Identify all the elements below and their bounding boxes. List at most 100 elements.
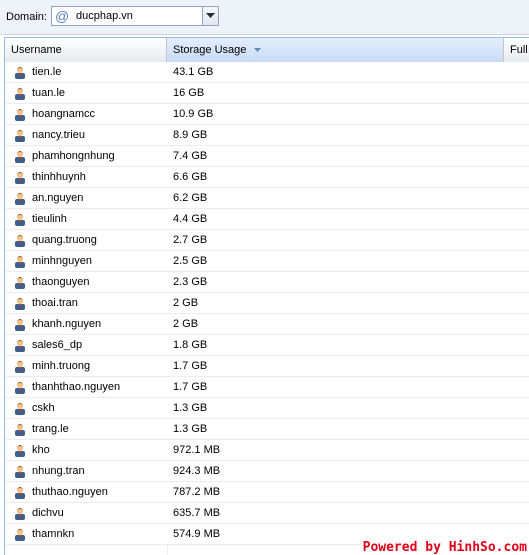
grid-header: Username Storage Usage Full bbox=[5, 38, 529, 63]
table-row[interactable]: sales6_dp 1.8 GB bbox=[5, 335, 529, 356]
table-row[interactable]: phamhongnhung 7.4 GB bbox=[5, 146, 529, 167]
storage-usage-cell: 574.9 MB bbox=[173, 528, 221, 540]
username-cell: kho bbox=[32, 444, 50, 456]
table-row[interactable]: minhnguyen 2.5 GB bbox=[5, 251, 529, 272]
storage-usage-cell: 635.7 MB bbox=[173, 507, 221, 519]
column-header-storage-usage-label: Storage Usage bbox=[173, 44, 247, 56]
username-cell: sales6_dp bbox=[32, 339, 83, 351]
user-icon bbox=[15, 276, 25, 289]
storage-usage-cell: 6.6 GB bbox=[173, 171, 208, 183]
username-cell: cskh bbox=[32, 402, 55, 414]
column-header-username-label: Username bbox=[11, 44, 62, 56]
storage-usage-cell: 1.3 GB bbox=[173, 423, 208, 435]
table-row[interactable]: kho 972.1 MB bbox=[5, 440, 529, 461]
grid-body: tien.le 43.1 GB tuan.le 16 GB hoangnamcc 10.9… bbox=[5, 62, 529, 545]
username-cell: hoangnamcc bbox=[32, 108, 95, 120]
storage-usage-cell: 787.2 MB bbox=[173, 486, 221, 498]
storage-usage-cell: 972.1 MB bbox=[173, 444, 221, 456]
table-row[interactable]: khanh.nguyen 2 GB bbox=[5, 314, 529, 335]
domain-value: ducphap.vn bbox=[76, 10, 133, 22]
username-cell: trang.le bbox=[32, 423, 69, 435]
storage-usage-cell: 924.3 MB bbox=[173, 465, 221, 477]
table-row[interactable]: nancy.trieu 8.9 GB bbox=[5, 125, 529, 146]
username-cell: khanh.nguyen bbox=[32, 318, 102, 330]
username-cell: thanhthao.nguyen bbox=[32, 381, 121, 393]
table-row[interactable]: an.nguyen 6.2 GB bbox=[5, 188, 529, 209]
user-icon bbox=[15, 507, 25, 520]
user-icon bbox=[15, 381, 25, 394]
watermark: Powered by HinhSo.com bbox=[360, 540, 529, 555]
table-row[interactable]: nhung.tran 924.3 MB bbox=[5, 461, 529, 482]
username-cell: tuan.le bbox=[32, 87, 66, 99]
table-row[interactable]: thuthao.nguyen 787.2 MB bbox=[5, 482, 529, 503]
username-cell: minhnguyen bbox=[32, 255, 92, 267]
domain-select[interactable]: @ ducphap.vn bbox=[51, 6, 219, 26]
user-icon bbox=[15, 150, 25, 163]
table-row[interactable]: quang.truong 2.7 GB bbox=[5, 230, 529, 251]
at-sign-icon: @ bbox=[55, 8, 70, 24]
user-icon bbox=[15, 108, 25, 121]
username-cell: an.nguyen bbox=[32, 192, 84, 204]
user-icon bbox=[15, 465, 25, 478]
table-row[interactable]: hoangnamcc 10.9 GB bbox=[5, 104, 529, 125]
table-row[interactable]: thanhthao.nguyen 1.7 GB bbox=[5, 377, 529, 398]
table-row[interactable]: cskh 1.3 GB bbox=[5, 398, 529, 419]
column-header-full[interactable]: Full bbox=[504, 38, 529, 62]
domain-dropdown-button[interactable] bbox=[202, 7, 218, 25]
user-icon bbox=[15, 87, 25, 100]
user-icon bbox=[15, 318, 25, 331]
table-row[interactable]: trang.le 1.3 GB bbox=[5, 419, 529, 440]
username-cell: thaonguyen bbox=[32, 276, 90, 288]
user-icon bbox=[15, 339, 25, 352]
username-cell: dichvu bbox=[32, 507, 64, 519]
username-cell: minh.truong bbox=[32, 360, 91, 372]
storage-usage-cell: 10.9 GB bbox=[173, 108, 214, 120]
storage-usage-cell: 7.4 GB bbox=[173, 150, 208, 162]
username-cell: quang.truong bbox=[32, 234, 97, 246]
table-row[interactable]: tieulinh 4.4 GB bbox=[5, 209, 529, 230]
storage-usage-cell: 6.2 GB bbox=[173, 192, 208, 204]
username-cell: tien.le bbox=[32, 66, 62, 78]
table-row[interactable]: thoai.tran 2 GB bbox=[5, 293, 529, 314]
column-header-username[interactable]: Username bbox=[5, 38, 167, 62]
user-icon bbox=[15, 486, 25, 499]
user-icon bbox=[15, 234, 25, 247]
column-header-full-label: Full bbox=[510, 44, 528, 56]
username-cell: thoai.tran bbox=[32, 297, 78, 309]
table-row[interactable]: tien.le 43.1 GB bbox=[5, 62, 529, 83]
username-cell: thuthao.nguyen bbox=[32, 486, 108, 498]
table-row[interactable]: tuan.le 16 GB bbox=[5, 83, 529, 104]
username-cell: nhung.tran bbox=[32, 465, 85, 477]
username-cell: thinhhuynh bbox=[32, 171, 86, 183]
storage-usage-cell: 1.3 GB bbox=[173, 402, 208, 414]
storage-usage-cell: 2.5 GB bbox=[173, 255, 208, 267]
storage-usage-cell: 2.7 GB bbox=[173, 234, 208, 246]
user-icon bbox=[15, 192, 25, 205]
user-icon bbox=[15, 255, 25, 268]
user-icon bbox=[15, 360, 25, 373]
storage-usage-cell: 8.9 GB bbox=[173, 129, 208, 141]
user-icon bbox=[15, 423, 25, 436]
user-icon bbox=[15, 213, 25, 226]
username-cell: thamnkn bbox=[32, 528, 75, 540]
user-icon bbox=[15, 528, 25, 541]
user-storage-grid: Username Storage Usage Full tien.le 43.1 … bbox=[4, 37, 529, 555]
storage-usage-cell: 1.8 GB bbox=[173, 339, 208, 351]
table-row[interactable]: thaonguyen 2.3 GB bbox=[5, 272, 529, 293]
domain-toolbar: Domain: @ ducphap.vn bbox=[0, 0, 529, 35]
username-cell: phamhongnhung bbox=[32, 150, 115, 162]
storage-usage-cell: 1.7 GB bbox=[173, 360, 208, 372]
table-row[interactable]: thinhhuynh 6.6 GB bbox=[5, 167, 529, 188]
storage-usage-cell: 4.4 GB bbox=[173, 213, 208, 225]
user-icon bbox=[15, 171, 25, 184]
storage-usage-cell: 2 GB bbox=[173, 297, 199, 309]
storage-usage-cell: 43.1 GB bbox=[173, 66, 214, 78]
user-icon bbox=[15, 297, 25, 310]
column-header-storage-usage[interactable]: Storage Usage bbox=[167, 38, 504, 62]
table-row[interactable]: dichvu 635.7 MB bbox=[5, 503, 529, 524]
table-row[interactable]: minh.truong 1.7 GB bbox=[5, 356, 529, 377]
domain-label: Domain: bbox=[6, 11, 47, 23]
user-icon bbox=[15, 402, 25, 415]
user-icon bbox=[15, 129, 25, 142]
username-cell: nancy.trieu bbox=[32, 129, 85, 141]
